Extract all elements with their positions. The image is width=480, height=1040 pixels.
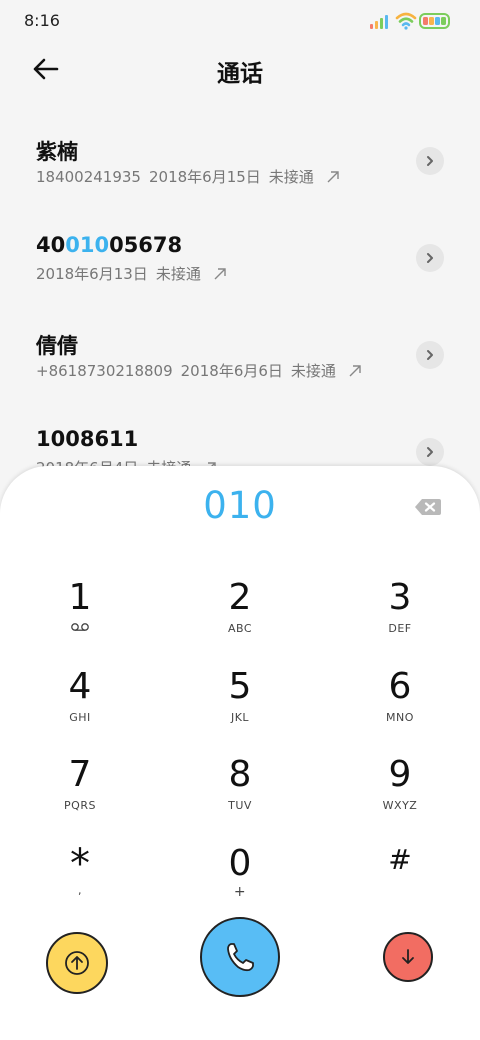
chevron-right-icon (427, 253, 433, 263)
phone-icon (227, 943, 254, 972)
call-detail-button[interactable] (416, 244, 444, 272)
key-6[interactable]: 6 MNO (330, 667, 470, 747)
arrow-down-icon (402, 949, 414, 964)
key-digit: 4 (68, 666, 92, 707)
chevron-right-icon (427, 350, 433, 360)
key-8[interactable]: 8 TUV (170, 755, 310, 835)
key-letters: WXYZ (382, 799, 418, 812)
voicemail-icon (71, 623, 89, 631)
outgoing-arrow-icon (349, 364, 361, 376)
call-status: 未接通 (290, 362, 336, 380)
contact-name: 紫楠 (36, 140, 78, 164)
key-hash[interactable]: # (330, 840, 470, 920)
key-digit: 5 (228, 666, 252, 707)
key-letters: PQRS (64, 799, 96, 812)
key-letters: JKL (230, 711, 250, 724)
key-letters: DEF (388, 622, 412, 635)
key-star[interactable]: * , (10, 844, 150, 924)
call-detail-button[interactable] (416, 438, 444, 466)
outgoing-arrow-icon (214, 267, 226, 279)
key-letters: , (78, 884, 82, 897)
key-letters: + (233, 884, 247, 900)
key-digit: * (70, 841, 90, 887)
key-digit: 1 (68, 577, 92, 618)
status-icons (370, 12, 450, 30)
dialed-number: 010 (203, 484, 277, 527)
key-5[interactable]: 5 JKL (170, 667, 310, 747)
collapse-button[interactable] (46, 932, 108, 994)
expand-button[interactable] (383, 932, 433, 982)
contact-name: 1008611 (36, 427, 139, 451)
outgoing-arrow-icon (327, 170, 339, 182)
key-digit: 6 (388, 666, 412, 707)
key-letters: GHI (69, 711, 91, 724)
key-3[interactable]: 3 DEF (330, 578, 470, 658)
call-item[interactable]: 4001005678 2018年6月13日 未接通 (0, 217, 480, 314)
contact-name: 4001005678 (36, 233, 182, 257)
number-match: 010 (65, 233, 110, 257)
call-date: 2018年6月6日 (180, 362, 283, 380)
key-9[interactable]: 9 WXYZ (330, 755, 470, 835)
page-title: 通话 (217, 61, 263, 87)
call-number: +8618730218809 (36, 361, 173, 380)
key-digit: 2 (228, 577, 252, 618)
dialpad-panel: 010 1 2 ABC 3 DEF 4 GHI 5 JKL 6 MNO 7 PQ… (0, 466, 480, 1040)
contact-name: 倩倩 (36, 334, 78, 358)
key-digit: 0 (228, 843, 252, 884)
call-meta: 2018年6月13日 未接通 (36, 263, 227, 284)
backspace-icon (415, 499, 441, 515)
call-number: 18400241935 (36, 167, 141, 186)
number-suffix: 05678 (109, 233, 183, 257)
call-button[interactable] (200, 917, 280, 997)
key-letters: MNO (386, 711, 414, 724)
call-date: 2018年6月13日 (36, 265, 148, 283)
call-detail-button[interactable] (416, 341, 444, 369)
key-0[interactable]: 0 + (170, 844, 310, 924)
arrow-up-icon (65, 951, 89, 975)
call-list: 紫楠 18400241935 2018年6月15日 未接通 4001005678… (0, 120, 480, 508)
call-item[interactable]: 倩倩 +8618730218809 2018年6月6日 未接通 (0, 314, 480, 411)
key-letters: ABC (227, 622, 253, 635)
number-prefix: 40 (36, 233, 66, 257)
status-time: 8:16 (24, 11, 60, 30)
call-date: 2018年6月15日 (148, 168, 261, 186)
app-bar: 通话 (0, 40, 480, 100)
signal-icon (370, 15, 388, 29)
key-1[interactable]: 1 (10, 578, 150, 658)
status-bar: 8:16 (0, 0, 480, 40)
chevron-right-icon (427, 447, 433, 457)
key-digit: 9 (388, 754, 412, 795)
call-meta: 18400241935 2018年6月15日 未接通 (36, 166, 340, 187)
wifi-icon (395, 12, 417, 30)
key-digit: 8 (228, 754, 252, 795)
call-status: 未接通 (155, 265, 201, 283)
chevron-right-icon (427, 156, 433, 166)
key-4[interactable]: 4 GHI (10, 667, 150, 747)
call-detail-button[interactable] (416, 147, 444, 175)
backspace-button[interactable] (413, 496, 443, 518)
key-2[interactable]: 2 ABC (170, 578, 310, 658)
key-letters (10, 622, 150, 635)
call-item[interactable]: 紫楠 18400241935 2018年6月15日 未接通 (0, 120, 480, 217)
key-letters: TUV (228, 799, 252, 812)
battery-icon (419, 13, 450, 29)
call-status: 未接通 (268, 168, 314, 186)
key-digit: 7 (68, 754, 92, 795)
call-meta: +8618730218809 2018年6月6日 未接通 (36, 360, 362, 381)
key-digit: # (388, 843, 412, 876)
key-7[interactable]: 7 PQRS (10, 755, 150, 835)
key-digit: 3 (388, 577, 412, 618)
